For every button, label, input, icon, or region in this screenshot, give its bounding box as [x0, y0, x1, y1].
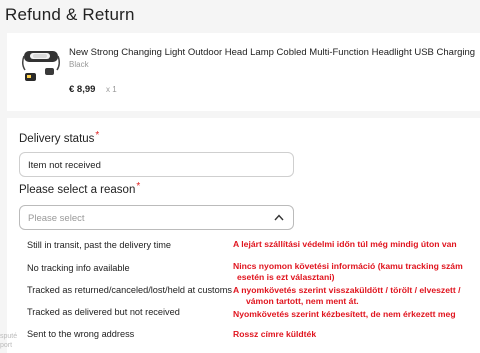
- required-mark: *: [95, 130, 100, 141]
- background-text-fragment: sputé port: [0, 332, 17, 350]
- delivery-status-label-text: Delivery status: [19, 133, 95, 145]
- product-quantity: x 1: [106, 85, 117, 94]
- annotation-no-tracking-line1: Nincs nyomon követési információ (kamu t…: [233, 261, 463, 271]
- delivery-status-select[interactable]: Item not received: [19, 152, 294, 177]
- product-price: € 8,99: [69, 84, 96, 95]
- headlamp-thumbnail-icon: [21, 51, 61, 81]
- annotation-returned-line2: vámon tartott, nem ment át.: [246, 296, 359, 306]
- page-title: Refund & Return: [5, 5, 135, 24]
- reason-select[interactable]: Please select: [19, 205, 294, 230]
- product-variant: Black: [69, 60, 89, 69]
- product-card: New Strong Changing Light Outdoor Head L…: [7, 33, 480, 111]
- reason-option-in-transit[interactable]: Still in transit, past the delivery time: [27, 240, 171, 250]
- reason-label-text: Please select a reason: [19, 184, 136, 196]
- annotation-delivered: Nyomkövetés szerint kézbesített, de nem …: [233, 309, 456, 319]
- chevron-up-icon: [274, 214, 284, 221]
- annotation-returned-line1: A nyomkövetés szerint visszaküldött / tö…: [233, 285, 461, 295]
- annotation-wrong-address: Rossz címre küldték: [233, 329, 317, 339]
- required-mark: *: [136, 181, 141, 192]
- background-fragment-1: sputé: [0, 333, 18, 340]
- reason-option-wrong-address[interactable]: Sent to the wrong address: [27, 329, 134, 339]
- product-title[interactable]: New Strong Changing Light Outdoor Head L…: [69, 47, 475, 58]
- reason-option-no-tracking[interactable]: No tracking info available: [27, 263, 130, 273]
- reason-label: Please select a reason*: [19, 181, 141, 196]
- reason-option-returned-canceled[interactable]: Tracked as returned/canceled/lost/held a…: [27, 285, 232, 295]
- delivery-status-label: Delivery status*: [19, 130, 100, 145]
- annotation-in-transit: A lejárt szállítási védelmi időn túl még…: [233, 239, 457, 249]
- reason-placeholder: Please select: [28, 213, 85, 224]
- annotation-no-tracking-line2: esetén is ezt választani): [237, 272, 335, 282]
- reason-option-delivered-not-received[interactable]: Tracked as delivered but not received: [27, 307, 180, 317]
- reason-dropdown: Still in transit, past the delivery time…: [19, 233, 233, 349]
- delivery-status-value: Item not received: [28, 160, 101, 171]
